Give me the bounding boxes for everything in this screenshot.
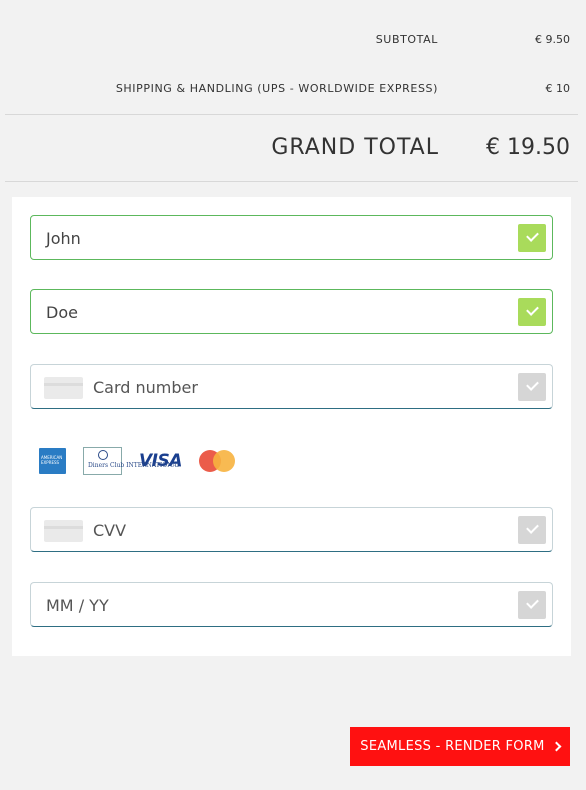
chevron-right-icon (551, 741, 562, 752)
diners-club-icon: Diners Club INTERNATIONAL (83, 447, 181, 475)
render-form-button[interactable]: SEAMLESS - RENDER FORM (350, 727, 570, 766)
subtotal-value: € 9.50 (535, 33, 570, 46)
expiry-field[interactable]: MM / YY (30, 582, 553, 627)
last-name-value: Doe (46, 303, 78, 322)
check-icon (518, 373, 546, 401)
card-number-field[interactable]: Card number (30, 364, 553, 409)
grand-total-label: GRAND TOTAL (271, 135, 439, 160)
card-brand-logos: AMERICAN EXPRESS Diners Club INTERNATION… (39, 447, 235, 475)
last-name-field[interactable]: Doe (30, 289, 553, 334)
subtotal-label: SUBTOTAL (375, 33, 438, 46)
check-icon (518, 298, 546, 326)
order-summary: SUBTOTAL € 9.50 SHIPPING & HANDLING (UPS… (5, 0, 578, 182)
grand-total-value: € 19.50 (486, 135, 570, 160)
check-icon (518, 516, 546, 544)
credit-card-icon (44, 377, 83, 399)
check-icon (518, 224, 546, 252)
expiry-placeholder: MM / YY (46, 596, 109, 615)
cvv-placeholder: CVV (93, 521, 127, 540)
grand-total-row: GRAND TOTAL € 19.50 (5, 115, 578, 181)
check-icon (518, 591, 546, 619)
card-number-placeholder: Card number (93, 378, 198, 397)
mastercard-icon (198, 450, 235, 472)
subtotal-row: SUBTOTAL € 9.50 (5, 0, 578, 66)
amex-icon: AMERICAN EXPRESS (39, 448, 66, 474)
shipping-value: € 10 (545, 82, 571, 95)
render-form-label: SEAMLESS - RENDER FORM (360, 739, 545, 754)
credit-card-icon (44, 520, 83, 542)
cvv-field[interactable]: CVV (30, 507, 553, 552)
first-name-field[interactable]: John (30, 215, 553, 260)
payment-form: John Doe Card number AMERICAN EXPRESS Di… (12, 197, 571, 656)
divider (5, 181, 578, 182)
shipping-label: SHIPPING & HANDLING (UPS - WORLDWIDE EXP… (115, 82, 438, 95)
first-name-value: John (46, 229, 81, 248)
shipping-row: SHIPPING & HANDLING (UPS - WORLDWIDE EXP… (5, 66, 578, 114)
